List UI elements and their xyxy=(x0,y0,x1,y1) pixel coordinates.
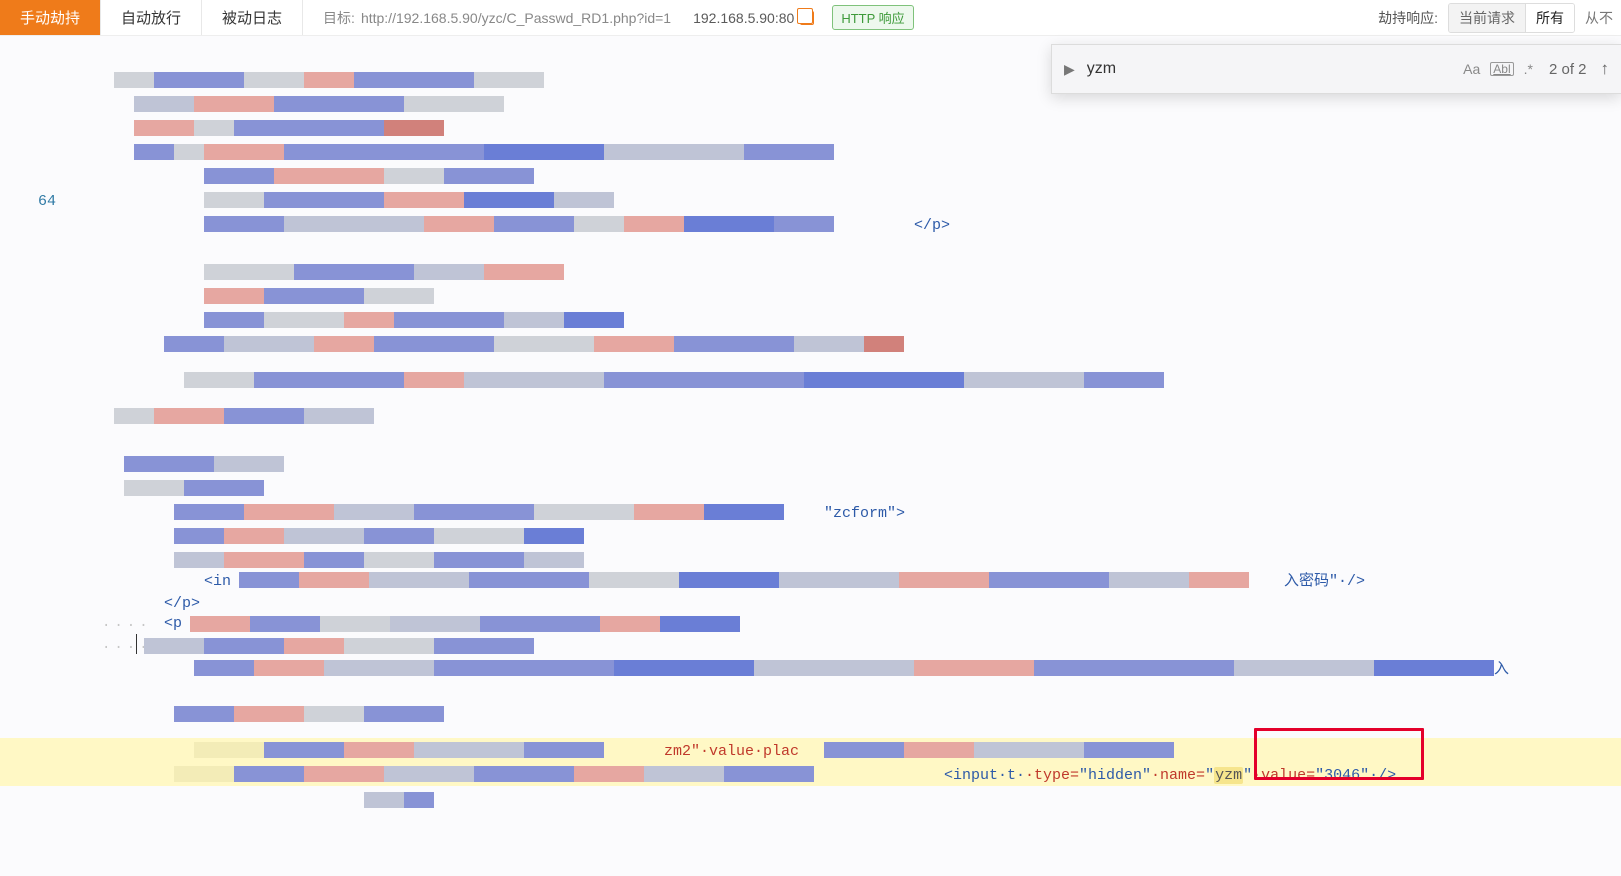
response-scope-toggle: 当前请求 所有 xyxy=(1448,3,1575,33)
indent-guide-1: ···· xyxy=(102,614,152,638)
code-editor[interactable]: 64 </p> "zcform"> xyxy=(0,36,1621,876)
target-url: http://192.168.5.90/yzc/C_Passwd_RD1.php… xyxy=(361,10,671,26)
code-frag-close-p: </p> xyxy=(914,214,950,238)
top-toolbar: 手动劫持 自动放行 被动日志 目标: http://192.168.5.90/y… xyxy=(0,0,1621,36)
copy-icon[interactable] xyxy=(800,11,814,25)
tab-passive-log[interactable]: 被动日志 xyxy=(202,0,303,35)
line-number: 64 xyxy=(38,190,56,214)
code-frag-p-open: <p xyxy=(164,612,182,636)
host-display: 192.168.5.90:80 xyxy=(693,10,814,26)
find-regex-toggle[interactable]: .* xyxy=(1524,61,1533,77)
code-frag-password: 入密码"·/> xyxy=(1284,570,1365,594)
annotation-box xyxy=(1254,728,1424,780)
find-word-toggle[interactable]: Abl xyxy=(1490,62,1513,76)
toggle-current-request[interactable]: 当前请求 xyxy=(1449,4,1526,32)
tab-auto-release[interactable]: 自动放行 xyxy=(101,0,202,35)
code-frag-input-open: <in xyxy=(204,570,231,594)
target-label: 目标: xyxy=(323,8,355,28)
tail-text: 从不 xyxy=(1583,8,1613,28)
find-prev-icon[interactable]: ↑ xyxy=(1601,59,1610,79)
host-text: 192.168.5.90:80 xyxy=(693,10,794,26)
caret xyxy=(136,634,137,654)
toggle-all[interactable]: 所有 xyxy=(1526,4,1574,32)
mode-tabs: 手动劫持 自动放行 被动日志 xyxy=(0,0,303,35)
find-count: 2 of 2 xyxy=(1549,61,1587,78)
hijack-response-label: 劫持响应: xyxy=(1378,8,1438,28)
http-response-badge: HTTP 响应 xyxy=(832,5,913,30)
search-match-yzm: yzm xyxy=(1214,767,1243,784)
find-expand-icon[interactable]: ▶ xyxy=(1064,61,1075,78)
find-panel: ▶ Aa Abl .* 2 of 2 ↑ xyxy=(1051,44,1621,94)
find-input[interactable] xyxy=(1085,56,1453,82)
find-case-toggle[interactable]: Aa xyxy=(1463,61,1480,77)
find-options: Aa Abl .* xyxy=(1463,61,1533,77)
line-gutter: 64 xyxy=(0,36,64,876)
code-area[interactable]: </p> "zcform"> <in 入密码"·/> </p> ···· <p xyxy=(64,36,1621,876)
tab-manual-hijack[interactable]: 手动劫持 xyxy=(0,0,101,35)
code-frag-yzm2: zm2"·value·plac xyxy=(664,740,799,764)
code-frag-zcform: "zcform"> xyxy=(824,502,905,526)
code-frag-in-cn: 入 xyxy=(1494,658,1509,682)
